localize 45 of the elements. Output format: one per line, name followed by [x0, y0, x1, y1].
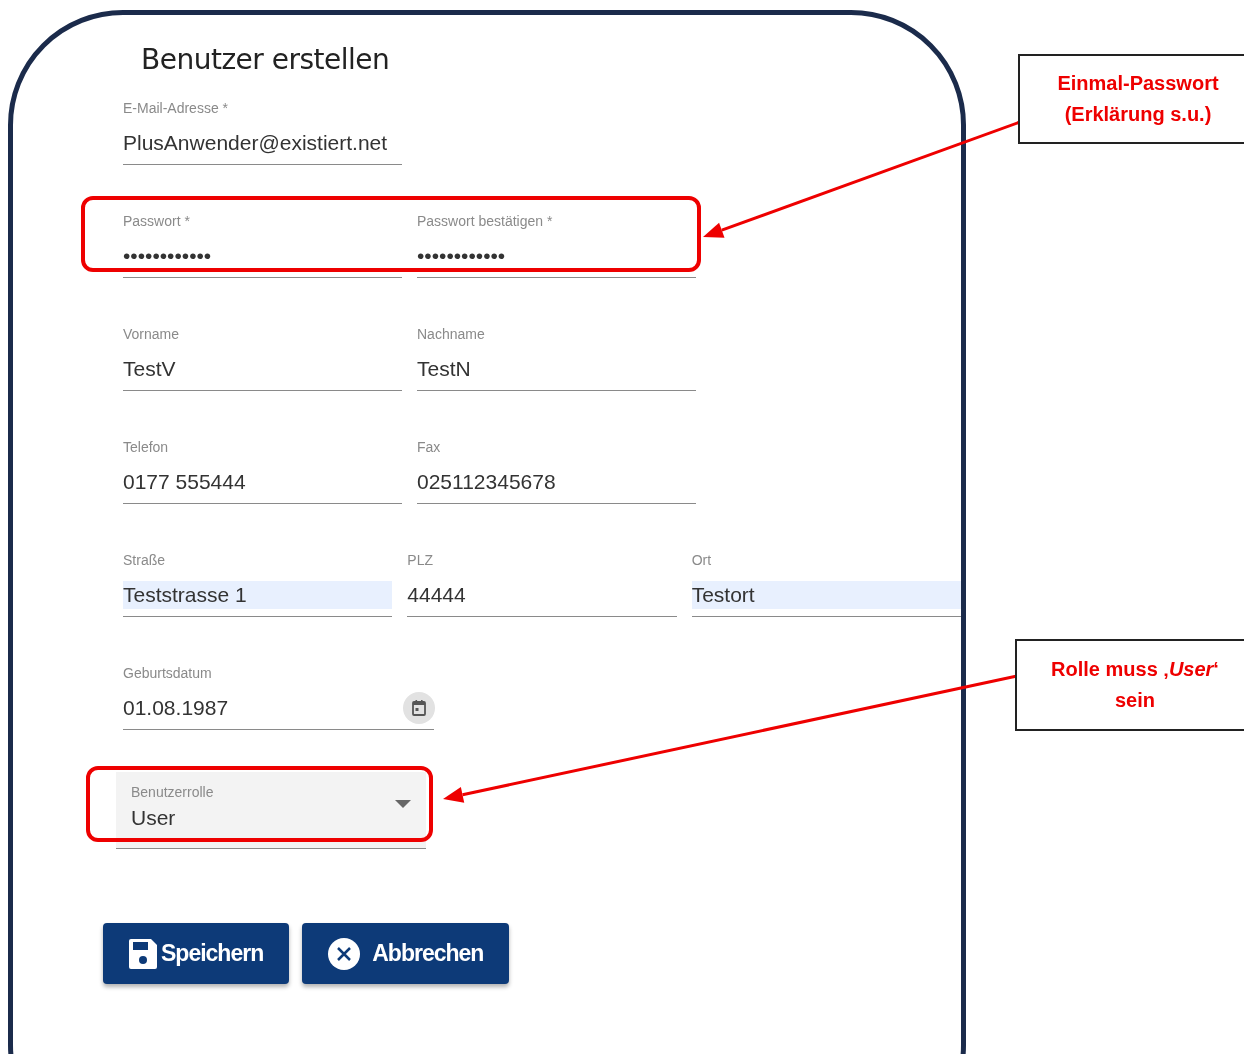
date-field[interactable]: Geburtsdatum 01.08.1987 [123, 663, 434, 730]
field-label: E-Mail-Adresse * [123, 99, 230, 118]
text-field[interactable]: Passwort bestätigen * •••••••••••• [417, 211, 696, 278]
field-label: Benutzerrolle [131, 783, 214, 802]
field-value: Teststrasse 1 [123, 581, 393, 609]
text-field[interactable]: PLZ 44444 [407, 550, 677, 617]
text-field[interactable]: Vorname TestV [123, 324, 402, 391]
field-label: Passwort * [123, 212, 191, 231]
text-field[interactable]: Nachname TestN [417, 324, 696, 391]
dropdown-caret-icon [395, 800, 411, 808]
text-field[interactable]: Straße Teststrasse 1 [123, 550, 393, 617]
field-label: Vorname [123, 325, 181, 344]
field-label: Straße [123, 551, 166, 570]
field-label: Geburtsdatum [123, 664, 213, 683]
field-label: Nachname [417, 325, 486, 344]
calendar-button[interactable] [403, 692, 435, 724]
save-button[interactable]: Speichern [103, 923, 290, 984]
text-field[interactable]: Fax 025112345678 [417, 437, 696, 504]
calendar-icon [412, 700, 426, 716]
cancel-button[interactable]: Abbrechen [302, 923, 510, 984]
field-label: Fax [417, 438, 442, 457]
field-value: TestN [417, 356, 472, 382]
text-field[interactable]: Ort Testort [691, 550, 961, 617]
field-value: 44444 [407, 582, 467, 608]
form-title: Benutzer erstellen [141, 43, 391, 76]
field-value: Testort [691, 581, 961, 609]
field-label: PLZ [407, 551, 434, 570]
role-select[interactable]: Benutzerrolle User [116, 772, 426, 849]
close-icon [328, 937, 361, 970]
text-field[interactable]: Passwort * •••••••••••• [123, 211, 402, 278]
field-value: 0177 555444 [123, 469, 247, 495]
field-value: PlusAnwender@existiert.net [123, 130, 389, 156]
callout-text: Einmal-Passwort (Erklärung s.u.) [1056, 71, 1220, 127]
text-field[interactable]: E-Mail-Adresse * PlusAnwender@existiert.net [123, 98, 402, 165]
field-value: User [131, 805, 177, 831]
text-field[interactable]: Telefon 0177 555444 [123, 437, 402, 504]
field-label: Passwort bestätigen * [417, 212, 554, 231]
field-value: 01.08.1987 [123, 696, 229, 720]
field-value: •••••••••••• [123, 243, 213, 269]
field-label: Telefon [123, 438, 170, 457]
field-value: •••••••••••• [417, 243, 507, 269]
field-value: TestV [123, 356, 177, 382]
callout-text: Rolle muss ‚User‘ sein [1050, 657, 1220, 713]
field-value: 025112345678 [417, 469, 557, 495]
field-label: Ort [691, 551, 713, 570]
